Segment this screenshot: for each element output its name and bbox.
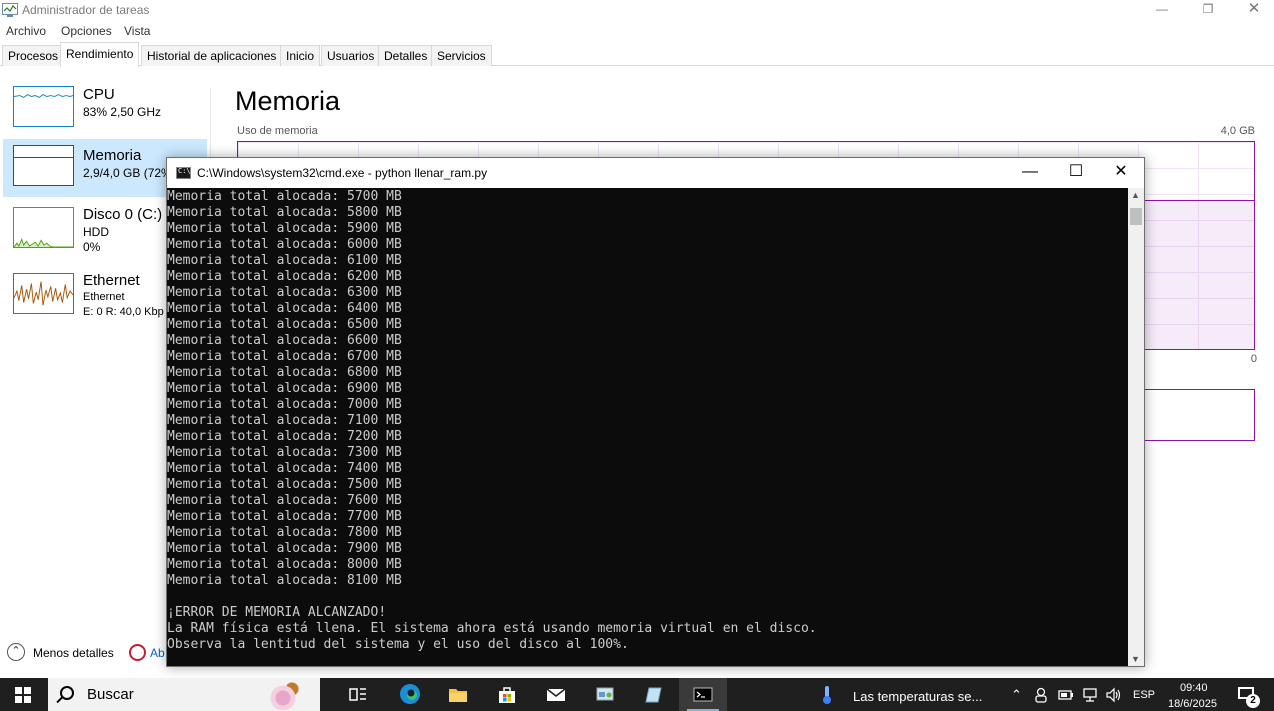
start-button[interactable] bbox=[0, 678, 46, 711]
ethernet-detail: E: 0 R: 40,0 Kbp bbox=[83, 306, 164, 318]
cmd-title-bar[interactable]: C:\Windows\system32\cmd.exe - python lle… bbox=[167, 158, 1144, 188]
fewer-details-link[interactable]: Menos detalles bbox=[33, 646, 114, 660]
memory-thumbnail-line bbox=[14, 157, 73, 158]
control-panel-button[interactable] bbox=[581, 678, 629, 711]
notepad-icon bbox=[645, 687, 662, 703]
mail-icon bbox=[546, 688, 566, 701]
disk-usage: 0% bbox=[83, 240, 101, 254]
file-explorer-button[interactable] bbox=[434, 678, 482, 711]
scroll-down-icon[interactable]: ▼ bbox=[1131, 654, 1140, 664]
search-icon bbox=[60, 686, 74, 700]
tab-rendimiento[interactable]: Rendimiento bbox=[60, 42, 140, 67]
task-view-button[interactable] bbox=[334, 678, 382, 711]
ethernet-label: Ethernet bbox=[83, 272, 140, 289]
sidebar-item-cpu[interactable]: CPU 83% 2,50 GHz bbox=[3, 80, 207, 138]
store-bag-icon bbox=[499, 687, 515, 703]
cmd-scrollbar[interactable]: ▲ ▼ bbox=[1128, 188, 1144, 666]
cpu-detail: 83% 2,50 GHz bbox=[83, 105, 162, 119]
minimize-button[interactable]: — bbox=[1139, 0, 1185, 20]
cmd-window-title: C:\Windows\system32\cmd.exe - python lle… bbox=[197, 166, 488, 180]
battery-icon[interactable] bbox=[1058, 687, 1074, 703]
edge-icon bbox=[400, 684, 420, 704]
network-icon[interactable] bbox=[1082, 687, 1099, 703]
cmd-taskbar-button[interactable] bbox=[679, 678, 727, 711]
tab-procesos[interactable]: Procesos bbox=[2, 45, 65, 66]
ethernet-adapter: Ethernet bbox=[83, 291, 125, 303]
cpu-label: CPU bbox=[83, 86, 115, 103]
mail-button[interactable] bbox=[532, 678, 580, 711]
folder-icon bbox=[449, 689, 467, 702]
search-highlight-image bbox=[256, 680, 316, 710]
menu-vista[interactable]: Vista bbox=[124, 24, 150, 38]
task-manager-title: Administrador de tareas bbox=[22, 3, 150, 17]
memory-composition-bar bbox=[1143, 389, 1255, 441]
edge-taskbar-button[interactable] bbox=[385, 678, 433, 711]
notepad-button[interactable] bbox=[630, 678, 678, 711]
menu-opciones[interactable]: Opciones bbox=[61, 24, 112, 38]
disk-thumbnail-graph bbox=[13, 207, 74, 248]
weather-widget[interactable]: Las temperaturas se... bbox=[853, 689, 982, 704]
resource-monitor-icon[interactable] bbox=[129, 644, 146, 661]
memory-label: Memoria bbox=[83, 147, 142, 164]
windows-logo-icon bbox=[15, 687, 31, 703]
cmd-minimize-button[interactable]: — bbox=[1007, 158, 1053, 188]
cpu-thumbnail-graph bbox=[13, 86, 74, 127]
notification-count: 2 bbox=[1246, 694, 1260, 708]
chevron-up-icon[interactable]: ⌃ bbox=[7, 643, 25, 661]
scroll-up-icon[interactable]: ▲ bbox=[1131, 190, 1140, 200]
ethernet-thumbnail-graph bbox=[13, 273, 74, 314]
scroll-thumb[interactable] bbox=[1130, 208, 1142, 225]
search-placeholder: Buscar bbox=[87, 686, 134, 703]
tab-servicios[interactable]: Servicios bbox=[431, 45, 492, 66]
show-hidden-icons-chevron-icon[interactable]: ⌃ bbox=[1011, 687, 1022, 703]
cmd-icon bbox=[693, 687, 713, 702]
page-title: Memoria bbox=[235, 86, 341, 116]
memory-usage-min: 0 bbox=[1250, 353, 1257, 365]
cmd-close-button[interactable]: ✕ bbox=[1098, 158, 1144, 188]
meet-now-icon[interactable] bbox=[1034, 687, 1048, 703]
menu-archivo[interactable]: Archivo bbox=[6, 24, 46, 38]
thermometer-icon bbox=[823, 686, 831, 704]
resource-monitor-link[interactable]: Ab bbox=[150, 646, 165, 660]
memory-thumbnail-graph bbox=[13, 145, 74, 186]
tab-inicio[interactable]: Inicio bbox=[280, 45, 321, 66]
taskbar-search[interactable]: Buscar bbox=[48, 678, 320, 711]
notification-center-button[interactable]: 2 bbox=[1236, 686, 1260, 708]
control-panel-icon bbox=[596, 687, 614, 701]
cmd-app-icon bbox=[176, 167, 191, 179]
clock-time[interactable]: 09:40 bbox=[1180, 682, 1208, 694]
tab-detalles[interactable]: Detalles bbox=[378, 45, 434, 66]
disk-label: Disco 0 (C:) bbox=[83, 206, 163, 223]
console-text: Memoria total alocada: 5700 MB Memoria t… bbox=[167, 189, 817, 652]
disk-type: HDD bbox=[83, 225, 109, 239]
taskbar: Buscar Las temperaturas se... ⌃ ESP 09:4… bbox=[0, 678, 1274, 711]
console-output[interactable]: Memoria total alocada: 5700 MB Memoria t… bbox=[167, 188, 1127, 666]
tab-usuarios[interactable]: Usuarios bbox=[321, 45, 381, 66]
tab-historial[interactable]: Historial de aplicaciones bbox=[141, 45, 283, 66]
tab-strip: Procesos Rendimiento Historial de aplica… bbox=[0, 42, 1274, 67]
restore-button[interactable]: ❐ bbox=[1185, 0, 1231, 20]
clock-date[interactable]: 18/6/2025 bbox=[1168, 698, 1217, 710]
cmd-window: C:\Windows\system32\cmd.exe - python lle… bbox=[166, 157, 1145, 667]
store-button[interactable] bbox=[483, 678, 531, 711]
memory-usage-max: 4,0 GB bbox=[1220, 125, 1255, 137]
cmd-maximize-button[interactable]: ☐ bbox=[1053, 158, 1099, 188]
volume-icon[interactable] bbox=[1106, 687, 1122, 703]
close-button[interactable]: ✕ bbox=[1231, 0, 1274, 20]
memory-detail: 2,9/4,0 GB (72% bbox=[83, 166, 172, 180]
task-manager-title-bar[interactable]: Administrador de tareas — ❐ ✕ bbox=[0, 0, 1274, 20]
input-language[interactable]: ESP bbox=[1133, 689, 1155, 701]
task-manager-app-icon bbox=[2, 3, 18, 17]
memory-usage-label: Uso de memoria bbox=[237, 125, 318, 137]
task-view-icon bbox=[349, 688, 366, 701]
